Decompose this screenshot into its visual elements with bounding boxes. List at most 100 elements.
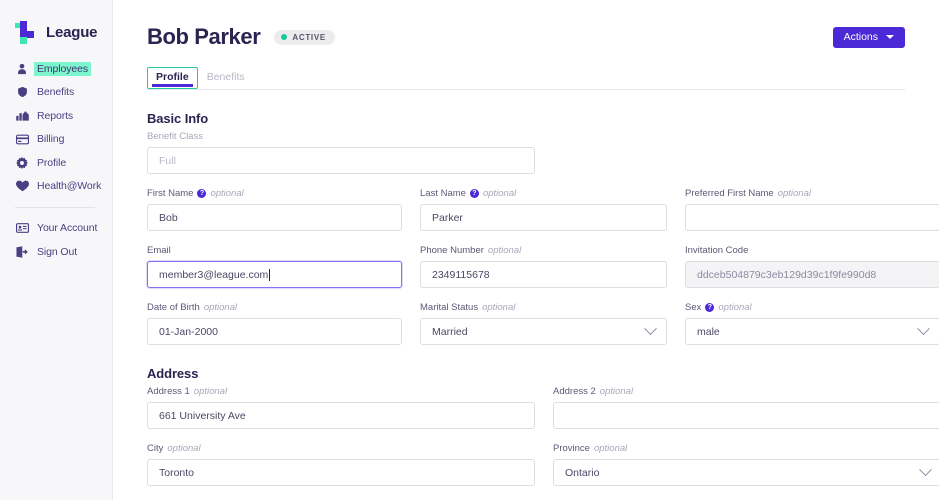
actions-button[interactable]: Actions xyxy=(833,27,905,48)
optional-tag: optional xyxy=(194,386,227,397)
phone-number-input[interactable]: 2349115678 xyxy=(420,261,667,288)
help-icon[interactable]: ? xyxy=(470,189,479,198)
optional-tag: optional xyxy=(778,188,811,199)
sidebar-item-label: Benefits xyxy=(37,86,74,98)
label-text: Address 2 xyxy=(553,386,596,397)
primary-nav: Employees Benefits Rep xyxy=(0,59,112,261)
benefit-class-input[interactable]: Full xyxy=(147,147,535,174)
invitation-code-input: ddceb504879c3eb129d39c1f9fe990d8 xyxy=(685,261,939,288)
sidebar-item-label: Profile xyxy=(37,157,66,169)
sidebar-item-health-at-work[interactable]: Health@Work xyxy=(0,177,112,196)
field-address-2: Address 2 optional xyxy=(553,386,939,429)
actions-button-label: Actions xyxy=(844,31,878,43)
address-row-2: City optional Toronto Province optional … xyxy=(147,443,905,486)
preferred-first-name-label: Preferred First Name optional xyxy=(685,188,939,199)
field-preferred-first-name: Preferred First Name optional xyxy=(685,188,939,231)
section-title-address: Address xyxy=(147,366,905,381)
benefit-class-label: Benefit Class xyxy=(147,131,535,142)
email-label: Email xyxy=(147,245,402,256)
label-text: Phone Number xyxy=(420,245,484,256)
credit-card-icon xyxy=(15,132,29,146)
marital-status-select[interactable]: Married xyxy=(420,318,667,345)
help-icon[interactable]: ? xyxy=(197,189,206,198)
names-row: First Name ? optional Bob Last Name ? op… xyxy=(147,188,905,231)
optional-tag: optional xyxy=(167,443,200,454)
sidebar-item-label: Billing xyxy=(37,133,64,145)
brand-logo[interactable]: League xyxy=(0,0,112,48)
optional-tag: optional xyxy=(482,302,515,313)
field-sex: Sex ? optional male xyxy=(685,302,939,345)
address-2-input[interactable] xyxy=(553,402,939,429)
sidebar-item-profile[interactable]: Profile xyxy=(0,153,112,172)
email-input[interactable]: member3@league.com xyxy=(147,261,402,288)
tab-label: Profile xyxy=(156,71,189,83)
label-text: Marital Status xyxy=(420,302,478,313)
address-2-label: Address 2 optional xyxy=(553,386,939,397)
label-text: Preferred First Name xyxy=(685,188,774,199)
sidebar-item-billing[interactable]: Billing xyxy=(0,130,112,149)
province-select[interactable]: Ontario xyxy=(553,459,939,486)
marital-status-label: Marital Status optional xyxy=(420,302,667,313)
bar-chart-icon xyxy=(15,109,29,123)
optional-tag: optional xyxy=(483,188,516,199)
sex-value: male xyxy=(697,326,720,338)
province-label: Province optional xyxy=(553,443,939,454)
last-name-input[interactable]: Parker xyxy=(420,204,667,231)
address-1-label: Address 1 optional xyxy=(147,386,535,397)
city-label: City optional xyxy=(147,443,535,454)
field-first-name: First Name ? optional Bob xyxy=(147,188,402,231)
first-name-label: First Name ? optional xyxy=(147,188,402,199)
label-text: Email xyxy=(147,245,171,256)
help-icon[interactable]: ? xyxy=(705,303,714,312)
id-card-icon xyxy=(15,221,29,235)
field-date-of-birth: Date of Birth optional 01-Jan-2000 xyxy=(147,302,402,345)
sidebar-item-employees[interactable]: Employees xyxy=(0,59,112,78)
label-text: First Name xyxy=(147,188,193,199)
label-text: Province xyxy=(553,443,590,454)
city-input[interactable]: Toronto xyxy=(147,459,535,486)
sidebar: League Employees Benefits xyxy=(0,0,113,500)
heart-icon xyxy=(15,179,29,193)
demographics-row: Date of Birth optional 01-Jan-2000 Marit… xyxy=(147,302,905,345)
optional-tag: optional xyxy=(488,245,521,256)
preferred-first-name-input[interactable] xyxy=(685,204,939,231)
sex-select[interactable]: male xyxy=(685,318,939,345)
last-name-label: Last Name ? optional xyxy=(420,188,667,199)
status-badge: ACTIVE xyxy=(274,30,335,45)
page-header: Bob Parker ACTIVE Actions xyxy=(147,0,905,52)
contact-row: Email member3@league.com Phone Number op… xyxy=(147,245,905,288)
field-email: Email member3@league.com xyxy=(147,245,402,288)
caret-down-icon xyxy=(886,35,894,39)
first-name-input[interactable]: Bob xyxy=(147,204,402,231)
date-of-birth-input[interactable]: 01-Jan-2000 xyxy=(147,318,402,345)
label-text: City xyxy=(147,443,163,454)
field-phone-number: Phone Number optional 2349115678 xyxy=(420,245,667,288)
sidebar-item-your-account[interactable]: Your Account xyxy=(0,219,112,238)
sidebar-item-label: Reports xyxy=(37,110,73,122)
optional-tag: optional xyxy=(600,386,633,397)
text-cursor xyxy=(269,269,270,281)
date-of-birth-label: Date of Birth optional xyxy=(147,302,402,313)
field-address-1: Address 1 optional 661 University Ave xyxy=(147,386,535,429)
phone-number-label: Phone Number optional xyxy=(420,245,667,256)
profile-tabs: Profile Benefits xyxy=(147,64,905,90)
label-text: Invitation Code xyxy=(685,245,748,256)
status-badge-label: ACTIVE xyxy=(292,33,326,42)
label-text: Address 1 xyxy=(147,386,190,397)
tab-profile[interactable]: Profile xyxy=(147,67,198,89)
sidebar-item-benefits[interactable]: Benefits xyxy=(0,83,112,102)
label-text: Sex xyxy=(685,302,701,313)
section-title-basic-info: Basic Info xyxy=(147,111,905,126)
tab-label: Benefits xyxy=(207,71,245,83)
sidebar-item-reports[interactable]: Reports xyxy=(0,106,112,125)
optional-tag: optional xyxy=(210,188,243,199)
optional-tag: optional xyxy=(718,302,751,313)
field-city: City optional Toronto xyxy=(147,443,535,486)
email-input-value: member3@league.com xyxy=(159,269,268,281)
field-marital-status: Marital Status optional Married xyxy=(420,302,667,345)
address-1-input[interactable]: 661 University Ave xyxy=(147,402,535,429)
tab-benefits[interactable]: Benefits xyxy=(198,67,254,89)
sidebar-item-label: Sign Out xyxy=(37,246,77,258)
sidebar-item-label: Employees xyxy=(34,62,91,76)
sidebar-item-sign-out[interactable]: Sign Out xyxy=(0,242,112,261)
